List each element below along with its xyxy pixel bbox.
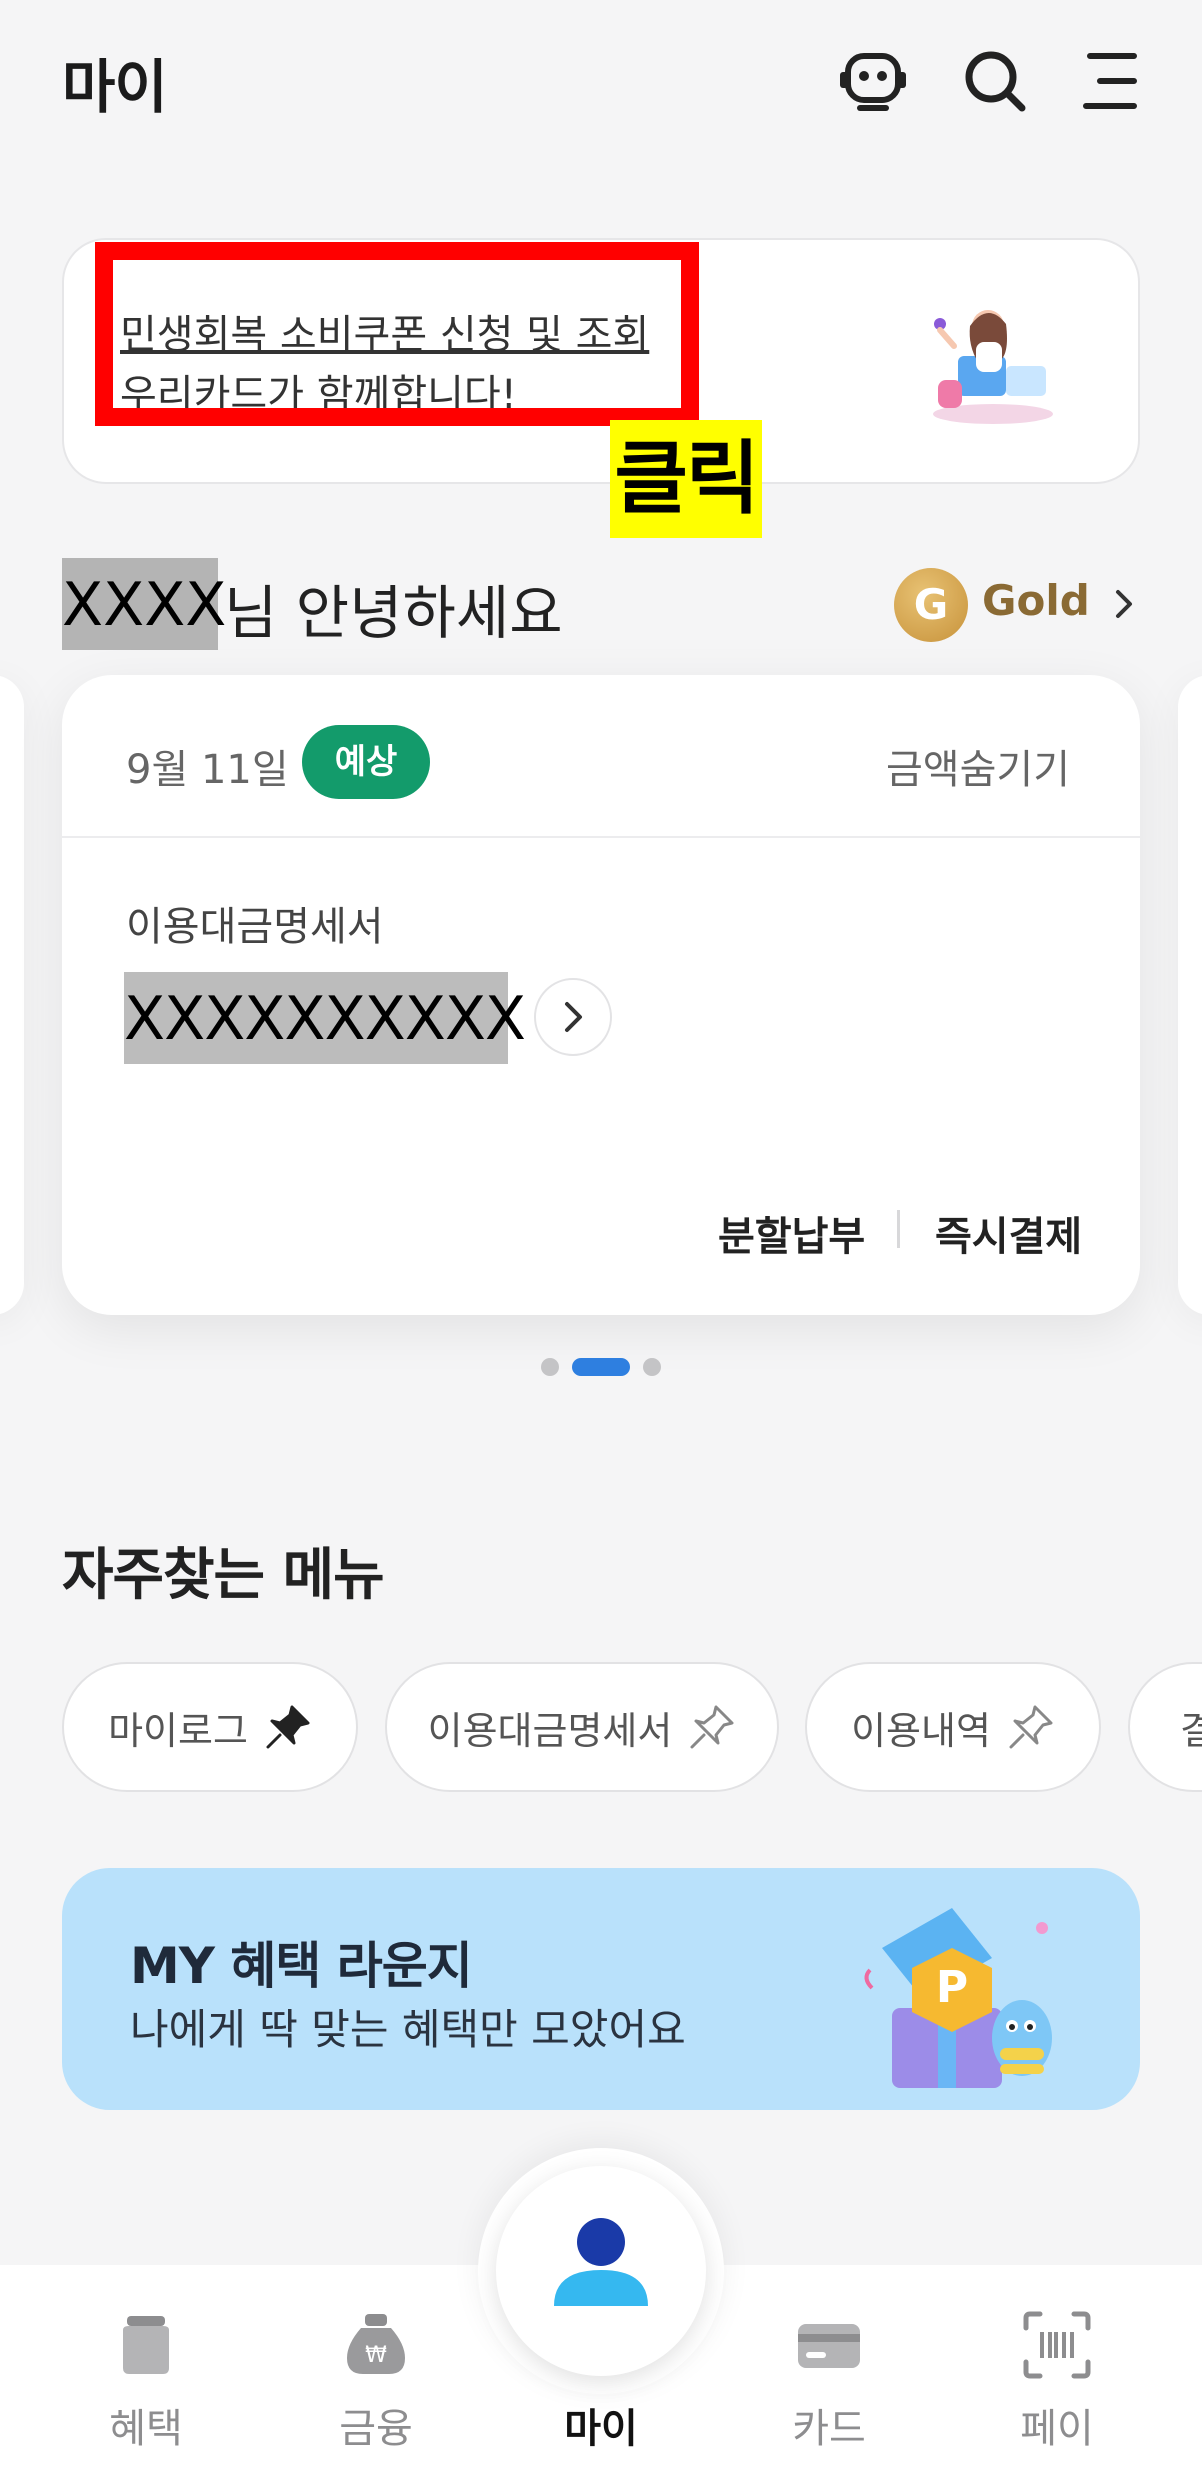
search-icon[interactable] — [960, 46, 1030, 116]
chip-label: 결 — [1180, 1708, 1202, 1753]
chip-label: 이용내역 — [851, 1708, 991, 1753]
nav-finance[interactable]: 금융 — [306, 2396, 446, 2454]
installment-button[interactable]: 분할납부 — [718, 1204, 865, 1262]
menu-icon[interactable] — [1076, 46, 1146, 116]
chip-statement[interactable]: 이용대금명세서 — [385, 1662, 779, 1792]
card-icon[interactable] — [794, 2310, 864, 2380]
grade-coin-icon[interactable]: G — [894, 568, 968, 642]
statement-label: 이용대금명세서 — [126, 904, 384, 950]
svg-text:P: P — [936, 1962, 968, 2013]
chevron-right-icon — [565, 1002, 582, 1032]
next-card-peek[interactable] — [1178, 675, 1202, 1315]
carousel-dot[interactable] — [541, 1358, 559, 1376]
card-divider — [62, 836, 1140, 838]
frequent-menu-title: 자주찾는 메뉴 — [62, 1543, 385, 1608]
status-badge: 예상 — [302, 725, 430, 799]
benefit-subtitle: 나에게 딱 맞는 혜택만 모았어요 — [130, 2005, 686, 2054]
nav-card[interactable]: 카드 — [759, 2396, 899, 2454]
bill-amount[interactable]: XXXXXXXXXX — [124, 984, 526, 1054]
chip-partial[interactable]: 결 — [1128, 1662, 1202, 1792]
statement-detail-button[interactable] — [534, 978, 612, 1056]
svg-text:₩: ₩ — [365, 2343, 387, 2368]
hide-amount-button[interactable]: 금액숨기기 — [886, 737, 1070, 795]
highlight-box — [95, 242, 699, 426]
chevron-right-icon[interactable] — [1104, 584, 1144, 624]
chip-mylog[interactable]: 마이로그 — [62, 1662, 358, 1792]
pay-now-button[interactable]: 즉시결제 — [935, 1204, 1082, 1262]
nav-my[interactable]: 마이 — [531, 2396, 671, 2454]
chip-label: 마이로그 — [108, 1708, 248, 1753]
click-annotation-label: 클릭 — [610, 420, 762, 538]
greeting-text: 님 안녕하세요 — [224, 579, 563, 647]
promo-illustration — [918, 296, 1068, 426]
gift-character-illustration: P — [852, 1888, 1072, 2100]
action-separator — [897, 1210, 900, 1248]
chatbot-icon[interactable] — [838, 46, 908, 116]
nav-pay[interactable]: 페이 — [987, 2396, 1127, 2454]
carousel-dot[interactable] — [643, 1358, 661, 1376]
pin-outline-icon[interactable] — [688, 1703, 736, 1751]
pin-filled-icon[interactable] — [264, 1703, 312, 1751]
nav-benefit[interactable]: 혜택 — [76, 2396, 216, 2454]
chip-usage-history[interactable]: 이용내역 — [805, 1662, 1101, 1792]
person-icon — [554, 2218, 648, 2306]
chip-label: 이용대금명세서 — [427, 1708, 673, 1753]
previous-card-peek[interactable] — [0, 675, 24, 1315]
grade-label[interactable]: Gold — [982, 576, 1090, 625]
pin-outline-icon[interactable] — [1007, 1703, 1055, 1751]
carousel-dot-active[interactable] — [572, 1358, 630, 1376]
benefit-jar-icon[interactable] — [111, 2310, 181, 2380]
user-name: XXXX — [62, 570, 227, 640]
money-bag-icon[interactable]: ₩ — [341, 2310, 411, 2380]
barcode-scan-icon[interactable] — [1022, 2310, 1092, 2380]
bill-date: 9월 11일 — [126, 747, 289, 793]
page-title: 마이 — [62, 53, 168, 121]
nav-my-button[interactable] — [496, 2166, 706, 2376]
benefit-title: MY 혜택 라운지 — [130, 1937, 473, 1995]
